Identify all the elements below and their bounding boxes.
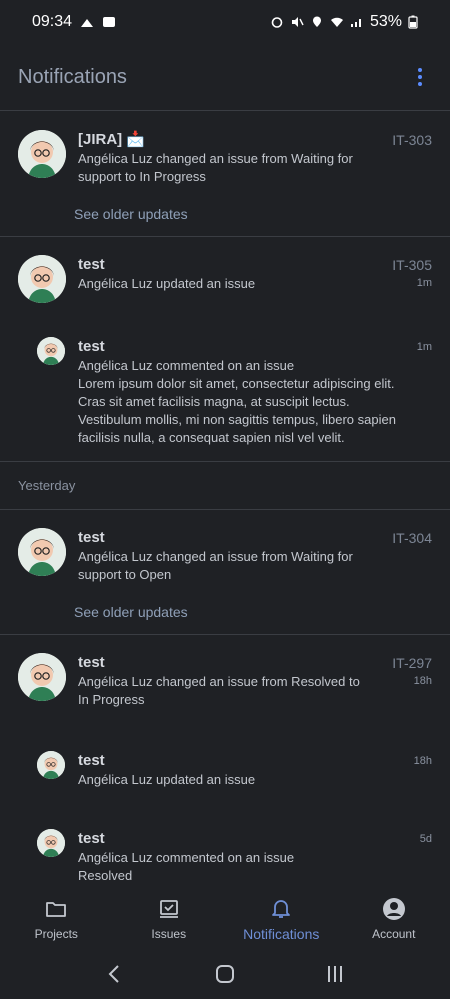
- notification-item[interactable]: test Angélica Luz changed an issue from …: [0, 528, 450, 584]
- comment-text: Resolved: [78, 868, 133, 883]
- app-header: Notifications: [0, 44, 450, 111]
- status-left: 09:34: [32, 13, 116, 31]
- nav-projects[interactable]: Projects: [0, 889, 113, 949]
- avatar: [18, 528, 66, 576]
- notification-time: 5d: [419, 833, 432, 845]
- nav-issues[interactable]: Issues: [113, 889, 226, 949]
- avatar: [37, 337, 65, 365]
- notification-item[interactable]: test Angélica Luz updated an issue 18h: [0, 751, 450, 789]
- see-older-updates-link[interactable]: See older updates: [0, 186, 450, 222]
- notification-title: [JIRA] 📩: [78, 131, 146, 148]
- avatar: [37, 829, 65, 857]
- notification-title: test: [78, 654, 105, 671]
- notification-title: test: [78, 529, 105, 546]
- notification-time: 18h: [413, 675, 432, 687]
- notification-title: test: [78, 338, 105, 355]
- page-title: Notifications: [18, 65, 127, 88]
- notification-time: 1m: [416, 277, 432, 289]
- nav-account-label: Account: [372, 927, 416, 941]
- status-bar: 09:34 53%: [0, 0, 450, 44]
- comment-text: Lorem ipsum dolor sit amet, consectetur …: [78, 376, 396, 445]
- account-icon: [382, 898, 405, 920]
- notification-desc: Angélica Luz updated an issue: [78, 772, 256, 787]
- issue-key[interactable]: IT-297: [392, 653, 432, 673]
- notification-item[interactable]: test Angélica Luz commented on an issue …: [0, 337, 450, 447]
- notification-item[interactable]: test Angélica Luz updated an issue IT-30…: [0, 255, 450, 303]
- notification-title: test: [78, 830, 105, 847]
- notification-item[interactable]: [JIRA] 📩 Angélica Luz changed an issue f…: [0, 130, 450, 186]
- bell-icon: [272, 900, 291, 918]
- avatar: [18, 130, 66, 178]
- system-nav-bar: [0, 949, 450, 999]
- notification-desc: Angélica Luz updated an issue: [78, 276, 256, 291]
- back-icon[interactable]: [103, 962, 127, 986]
- battery-percent: 53%: [369, 13, 402, 30]
- notification-desc: Angélica Luz changed an issue from Resol…: [78, 674, 360, 707]
- avatar: [18, 653, 66, 701]
- notification-status-icon: [81, 19, 94, 27]
- nav-projects-label: Projects: [34, 927, 78, 941]
- notification-desc: Angélica Luz commented on an issue: [78, 850, 295, 865]
- notification-group: test Angélica Luz changed an issue from …: [0, 510, 450, 635]
- notification-title: test: [78, 256, 105, 273]
- home-icon[interactable]: [213, 962, 237, 986]
- nav-issues-label: Issues: [151, 927, 187, 941]
- nav-account[interactable]: Account: [338, 889, 450, 949]
- location-icon: [312, 16, 321, 27]
- nav-notifications-label: Notifications: [243, 926, 320, 942]
- notification-item[interactable]: test Angélica Luz changed an issue from …: [0, 653, 450, 709]
- recent-apps-icon[interactable]: [323, 962, 347, 986]
- alarm-icon: [271, 17, 283, 28]
- battery-icon: [408, 15, 418, 29]
- issue-key[interactable]: IT-304: [392, 528, 432, 548]
- issue-key[interactable]: IT-303: [392, 130, 432, 150]
- notification-desc: Angélica Luz commented on an issue: [78, 358, 295, 373]
- avatar: [37, 751, 65, 779]
- status-time: 09:34: [32, 13, 73, 30]
- status-right: 53%: [270, 13, 418, 31]
- wifi-icon: [330, 17, 343, 27]
- app-status-icon: [103, 17, 116, 27]
- notification-group: [JIRA] 📩 Angélica Luz changed an issue f…: [0, 112, 450, 237]
- notification-desc: Angélica Luz changed an issue from Waiti…: [78, 151, 353, 184]
- see-older-updates-link[interactable]: See older updates: [0, 584, 450, 620]
- avatar: [18, 255, 66, 303]
- issue-key[interactable]: IT-305: [392, 255, 432, 275]
- notification-title: test: [78, 752, 105, 769]
- notification-group: test Angélica Luz updated an issue IT-30…: [0, 237, 450, 462]
- notification-desc: Angélica Luz changed an issue from Waiti…: [78, 549, 353, 582]
- signal-icon: [350, 19, 361, 27]
- folder-icon: [46, 902, 67, 917]
- nav-notifications[interactable]: Notifications: [225, 889, 338, 949]
- mute-icon: [291, 17, 304, 27]
- notification-group: test Angélica Luz changed an issue from …: [0, 635, 450, 889]
- notification-time: 18h: [413, 755, 432, 767]
- notification-feed[interactable]: [JIRA] 📩 Angélica Luz changed an issue f…: [0, 112, 450, 889]
- section-label-yesterday: Yesterday: [0, 462, 450, 510]
- issues-icon: [159, 900, 178, 918]
- bottom-nav: Projects Issues Notifications Account: [0, 889, 450, 949]
- notification-item[interactable]: test Angélica Luz commented on an issue …: [0, 829, 450, 885]
- notification-time: 1m: [416, 341, 432, 353]
- more-options-icon[interactable]: [408, 65, 432, 89]
